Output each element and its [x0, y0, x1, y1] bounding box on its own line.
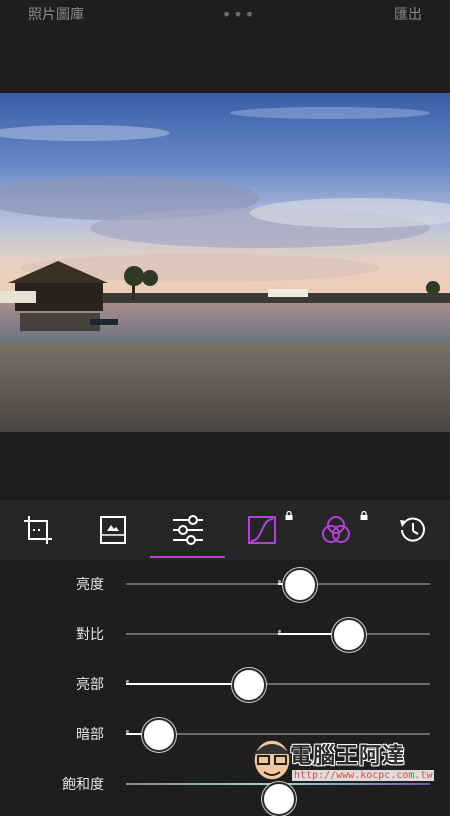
slider-label: 亮部	[76, 677, 104, 693]
slider-knob[interactable]	[332, 618, 366, 652]
slider-label: 暗部	[76, 727, 104, 743]
history-tool-button[interactable]	[390, 508, 434, 552]
photo-library-button[interactable]: 照片圖庫	[28, 4, 84, 24]
slider-track[interactable]	[126, 580, 430, 585]
slider-knob[interactable]	[142, 718, 176, 752]
adjust-tool-button[interactable]	[166, 508, 210, 552]
top-bar: 照片圖庫 ••• 匯出	[0, 0, 450, 28]
watermark-url: http://www.kocpc.com.tw	[292, 770, 435, 781]
slider-center-mark	[126, 680, 129, 683]
slider-row-brightness: 亮度	[0, 564, 450, 604]
slider-track[interactable]	[126, 630, 430, 635]
color-circles-icon	[322, 516, 350, 543]
export-button[interactable]: 匯出	[394, 4, 422, 24]
beach-sunset-photo	[0, 93, 450, 432]
more-button[interactable]: •••	[222, 5, 256, 24]
crop-icon	[24, 516, 52, 544]
watermark-title: 電腦王阿達	[290, 744, 406, 769]
curves-tool-button[interactable]	[240, 508, 284, 552]
image-icon	[100, 516, 126, 544]
history-icon	[400, 517, 425, 542]
mascot-face-logo	[253, 739, 291, 781]
tool-bar	[0, 500, 450, 560]
slider-label: 飽和度	[62, 777, 104, 793]
watermark: 電腦王阿達 http://www.kocpc.com.tw	[246, 730, 446, 790]
slider-fill	[126, 683, 246, 685]
lock-icon	[360, 511, 368, 520]
photo-preview[interactable]	[0, 93, 450, 432]
active-tool-indicator	[150, 556, 225, 558]
slider-label: 對比	[76, 627, 104, 643]
lock-icon	[285, 511, 293, 520]
slider-knob[interactable]	[232, 668, 266, 702]
slider-knob[interactable]	[283, 568, 317, 602]
slider-center-mark	[126, 730, 129, 733]
slider-center-mark	[278, 580, 281, 583]
sliders-icon	[173, 515, 203, 545]
slider-row-highlights: 亮部	[0, 664, 450, 704]
color-tool-button[interactable]	[314, 508, 358, 552]
slider-label: 亮度	[76, 577, 104, 593]
slider-center-mark	[278, 630, 281, 633]
slider-track[interactable]	[126, 680, 430, 685]
curves-icon	[248, 516, 276, 544]
slider-row-contrast: 對比	[0, 614, 450, 654]
crop-tool-button[interactable]	[16, 508, 60, 552]
image-tool-button[interactable]	[91, 508, 135, 552]
